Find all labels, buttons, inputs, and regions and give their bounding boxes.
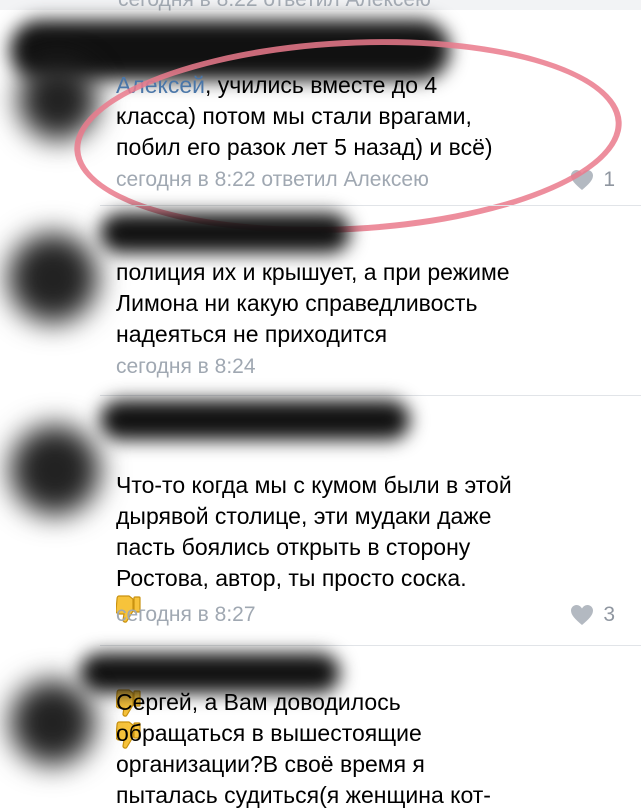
comment-3: Что-то когда мы с кумом были в этой дыря… — [0, 395, 641, 749]
comment-meta[interactable]: сегодня в 8:24 — [116, 355, 256, 379]
divider — [100, 205, 641, 206]
comment-1: Алексей, учились вместе до 4 класса) пот… — [0, 0, 641, 247]
redacted-avatar-4 — [10, 680, 95, 765]
divider — [100, 645, 641, 646]
comment-text: полиция их и крышует, а при режиме Лимон… — [116, 259, 510, 347]
redacted-avatar-3 — [10, 425, 100, 515]
like-button[interactable]: 3 — [569, 603, 615, 627]
comment-4: Сергей, а Вам доводилось обращаться в вы… — [0, 645, 641, 809]
comment-2: полиция их и крышует, а при режиме Лимон… — [0, 205, 641, 395]
comment-text: Сергей, а Вам доводилось обращаться в вы… — [116, 689, 491, 808]
redacted-author-2 — [100, 213, 350, 253]
like-count: 3 — [603, 603, 615, 626]
comment-meta[interactable]: сегодня в 8:27 — [116, 603, 256, 627]
heart-icon — [571, 605, 594, 625]
like-count: 1 — [603, 168, 615, 191]
divider — [100, 395, 641, 396]
redacted-avatar-2 — [8, 233, 98, 323]
redacted-author-3 — [100, 400, 410, 440]
